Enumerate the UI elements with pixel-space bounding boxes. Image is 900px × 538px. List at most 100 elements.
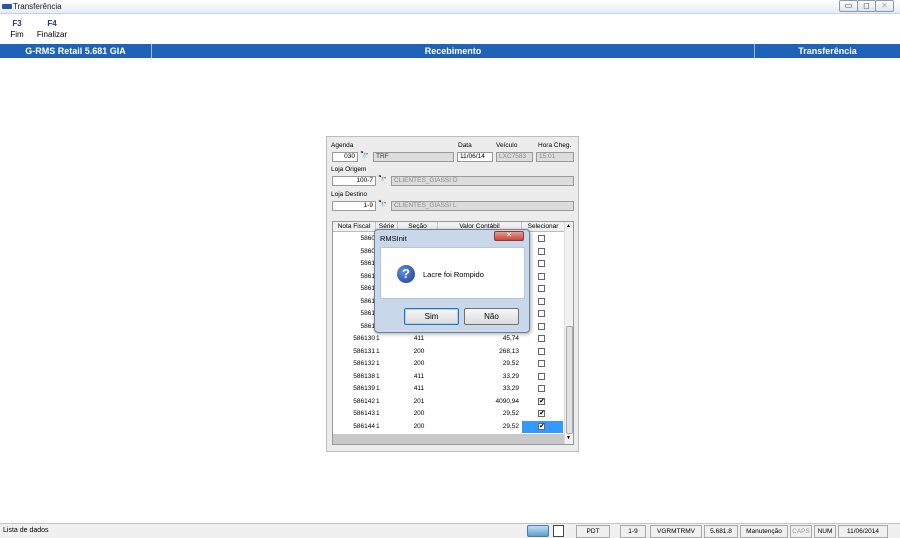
select-checkbox[interactable] bbox=[538, 360, 545, 367]
veiculo-label: Veículo bbox=[496, 142, 518, 149]
maximize-button[interactable]: ◻ bbox=[857, 0, 876, 12]
destino-code-field[interactable]: 1-9 bbox=[332, 201, 376, 211]
table-row[interactable]: 586143 1 200 29,52 ✔ bbox=[333, 408, 565, 420]
search-binoculars-icon[interactable]: 🔭 bbox=[360, 151, 369, 159]
cell-serie: 1 bbox=[376, 397, 380, 405]
hora-field: 15:01 bbox=[536, 152, 574, 162]
select-checkbox[interactable] bbox=[538, 260, 545, 267]
select-checkbox[interactable] bbox=[538, 347, 545, 355]
data-field[interactable]: 11/06/14 bbox=[457, 152, 493, 162]
table-row[interactable]: 586130 1 411 45,74 bbox=[333, 333, 565, 345]
grid-footer-bar bbox=[333, 434, 565, 444]
select-checkbox[interactable] bbox=[538, 322, 545, 330]
cell-valor: 33,29 bbox=[502, 372, 519, 380]
cell-secao: 200 bbox=[413, 410, 425, 417]
select-checkbox[interactable] bbox=[538, 310, 545, 317]
cell-secao: 200 bbox=[413, 360, 425, 367]
select-checkbox[interactable] bbox=[538, 385, 545, 392]
title-bar: Transferência ▭ ◻ ✕ bbox=[0, 0, 900, 14]
fkey-code: F4 bbox=[47, 19, 57, 28]
cell-serie: 1 bbox=[376, 360, 380, 367]
cell-nota-fiscal: 5861 bbox=[360, 322, 375, 330]
select-checkbox[interactable] bbox=[538, 285, 545, 292]
scroll-up-arrow-icon[interactable]: ▲ bbox=[566, 223, 571, 229]
function-key-toolbar: F3 Fim F4 Finalizar bbox=[0, 14, 900, 44]
fkey-label: Fim bbox=[10, 30, 24, 39]
origem-name-field: CLIENTES_GIASSI D bbox=[391, 176, 574, 186]
cell-nota-fiscal: 586131 bbox=[353, 347, 375, 355]
scroll-down-arrow-icon[interactable]: ▼ bbox=[566, 435, 571, 441]
cell-nota-fiscal: 5860 bbox=[360, 235, 375, 242]
document-icon[interactable] bbox=[553, 525, 564, 537]
select-checkbox[interactable]: ✔ bbox=[538, 422, 545, 430]
finalizar-button[interactable]: F4 Finalizar bbox=[36, 19, 68, 39]
cell-nota-fiscal: 586130 bbox=[353, 335, 375, 342]
table-row[interactable]: 586142 1 201 4090,94 ✔ bbox=[333, 396, 565, 408]
status-program: VGRMTRMV bbox=[650, 525, 702, 538]
cell-nota-fiscal: 5861 bbox=[360, 310, 375, 317]
status-num: NUM bbox=[814, 525, 836, 538]
select-checkbox[interactable] bbox=[538, 335, 545, 342]
table-row[interactable]: 586139 1 411 33,29 bbox=[333, 383, 565, 395]
minimize-button[interactable]: ▭ bbox=[839, 0, 858, 12]
fkey-label: Finalizar bbox=[36, 30, 68, 39]
cell-nota-fiscal: 586144 bbox=[353, 422, 375, 430]
status-caps: CAPS bbox=[790, 525, 812, 538]
cell-valor: 45,74 bbox=[502, 335, 519, 342]
cell-valor: 33,29 bbox=[502, 385, 519, 392]
cell-serie: 1 bbox=[376, 335, 380, 342]
scrollbar-thumb[interactable] bbox=[566, 326, 573, 434]
cell-valor: 268,13 bbox=[499, 347, 519, 355]
table-row[interactable]: 586138 1 411 33,29 bbox=[333, 371, 565, 383]
select-checkbox[interactable] bbox=[538, 297, 545, 305]
no-button[interactable]: Não bbox=[464, 308, 519, 325]
origem-label: Loja Origem bbox=[331, 166, 367, 173]
agenda-field[interactable]: 030 bbox=[332, 152, 358, 162]
dialog-close-button[interactable]: ✕ bbox=[494, 231, 524, 241]
origem-code-field[interactable]: 100-7 bbox=[332, 176, 376, 186]
col-nota-fiscal[interactable]: Nota Fiscal bbox=[333, 222, 376, 232]
dialog-title: RMSInit bbox=[380, 234, 407, 243]
status-date: 11/06/2014 bbox=[838, 525, 888, 538]
destino-label: Loja Destino bbox=[331, 191, 368, 198]
keyboard-icon[interactable] bbox=[527, 525, 549, 537]
fkey-code: F3 bbox=[12, 19, 22, 28]
app-version: G-RMS Retail 5.681 GIA bbox=[0, 44, 152, 58]
cell-valor: 29,52 bbox=[502, 360, 519, 367]
search-binoculars-icon[interactable]: 🔭 bbox=[378, 175, 387, 183]
close-button[interactable]: ✕ bbox=[875, 0, 894, 12]
select-checkbox[interactable] bbox=[538, 235, 545, 242]
cell-nota-fiscal: 5860 bbox=[360, 247, 375, 255]
cell-serie: 1 bbox=[376, 372, 380, 380]
select-checkbox[interactable] bbox=[538, 247, 545, 255]
agenda-desc-field: TRF bbox=[373, 152, 454, 162]
cell-secao: 200 bbox=[413, 422, 425, 430]
cell-nota-fiscal: 5861 bbox=[360, 260, 375, 267]
cell-valor: 29,52 bbox=[502, 422, 519, 430]
cell-serie: 1 bbox=[376, 410, 380, 417]
status-version: 5.681.8 bbox=[704, 525, 738, 538]
table-row[interactable]: 586131 1 200 268,13 bbox=[333, 346, 565, 358]
table-row[interactable]: 586132 1 200 29,52 bbox=[333, 358, 565, 370]
window-title: Transferência bbox=[13, 2, 62, 11]
table-row[interactable]: 586144 1 200 29,52 ✔ bbox=[333, 420, 565, 433]
grid-vertical-scrollbar[interactable]: ▲ ▼ bbox=[564, 222, 573, 444]
select-checkbox[interactable] bbox=[538, 372, 545, 380]
select-checkbox[interactable]: ✔ bbox=[538, 410, 545, 417]
cell-serie: 1 bbox=[376, 347, 380, 355]
dialog-message: Lacre foi Rompido bbox=[423, 270, 484, 279]
cell-valor: 29,52 bbox=[502, 410, 519, 417]
question-icon: ? bbox=[397, 265, 415, 283]
app-header-bar: G-RMS Retail 5.681 GIA Recebimento Trans… bbox=[0, 44, 900, 58]
select-checkbox[interactable] bbox=[538, 272, 545, 280]
fim-button[interactable]: F3 Fim bbox=[6, 19, 28, 39]
cell-secao: 411 bbox=[413, 335, 425, 342]
select-checkbox[interactable]: ✔ bbox=[538, 397, 545, 405]
cell-secao: 201 bbox=[413, 397, 425, 405]
app-icon bbox=[2, 4, 12, 9]
search-binoculars-icon[interactable]: 🔭 bbox=[378, 200, 387, 208]
cell-nota-fiscal: 5861 bbox=[360, 297, 375, 305]
status-text: Lista de dados bbox=[3, 527, 49, 534]
agenda-label: Agenda bbox=[331, 142, 354, 149]
yes-button[interactable]: Sim bbox=[404, 308, 459, 325]
